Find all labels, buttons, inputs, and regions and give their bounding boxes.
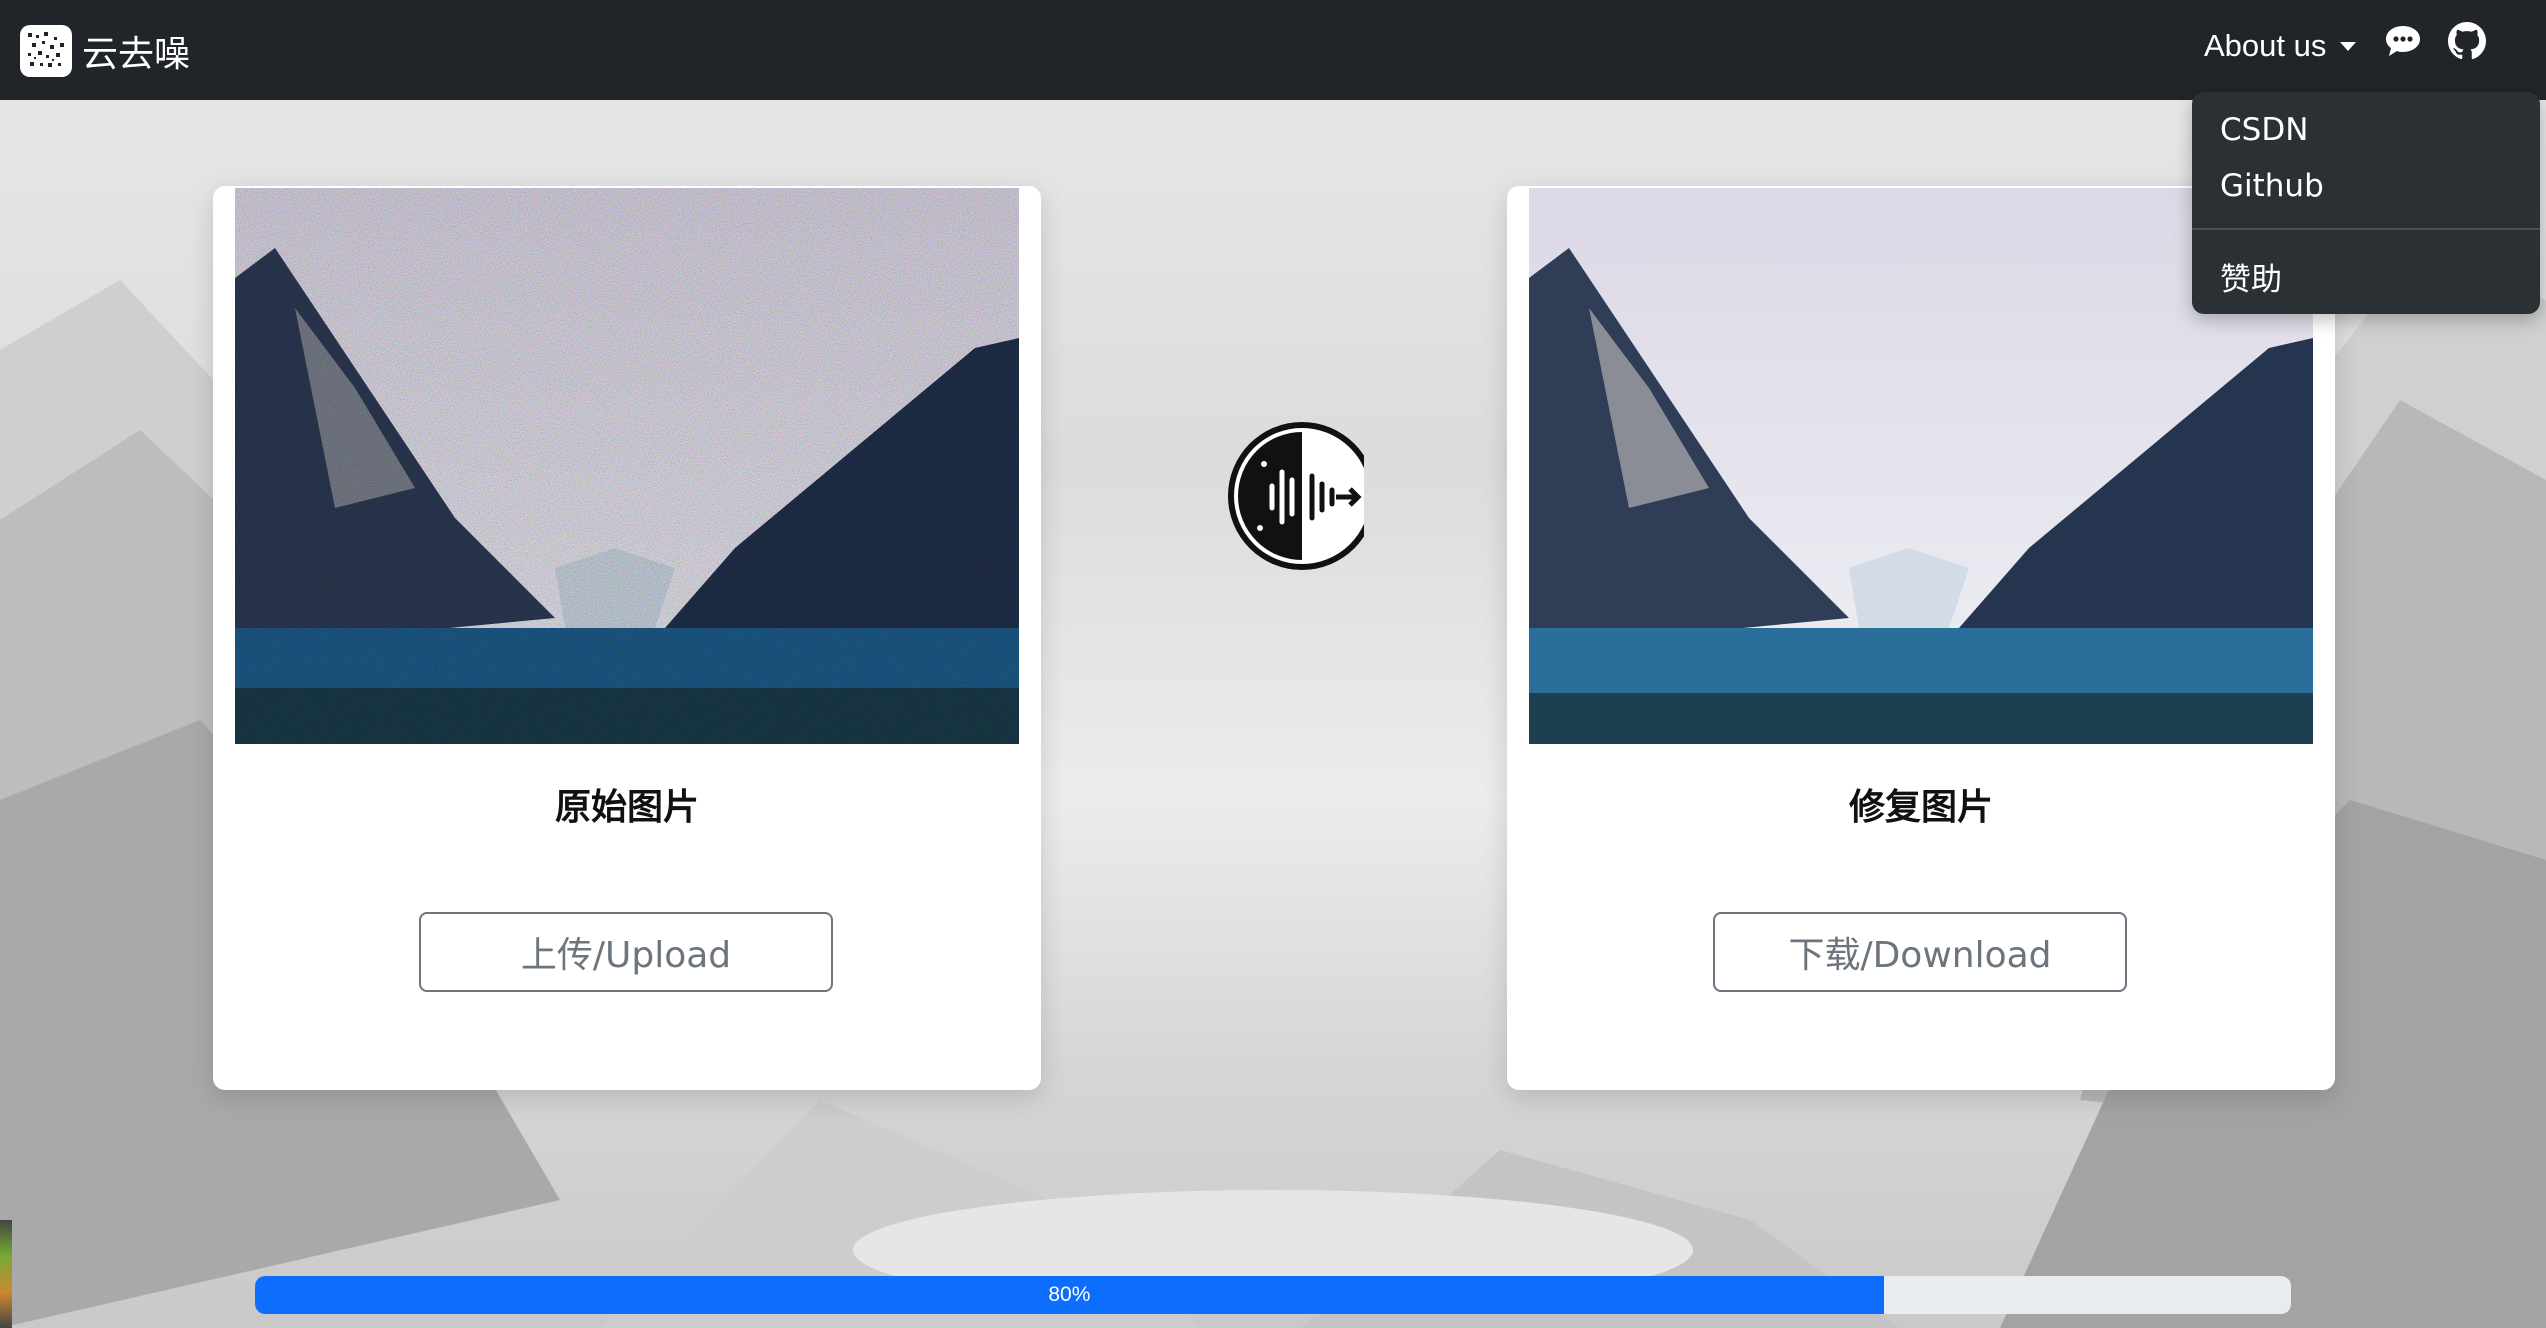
upload-button[interactable]: 上传/Upload — [419, 912, 833, 992]
noise-logo-icon — [20, 25, 72, 77]
brand[interactable]: 云去噪 — [20, 24, 190, 78]
restored-image-title: 修复图片 — [1848, 787, 1993, 828]
about-us-dropdown-toggle[interactable]: About us — [2204, 28, 2357, 64]
progress-label: 80% — [1048, 1283, 1091, 1306]
restored-image-card: 修复图片 下载/Download — [1507, 186, 2335, 1090]
dropdown-divider — [2192, 228, 2540, 230]
about-us-dropdown-menu: CSDN Github 赞助 — [2192, 92, 2540, 314]
top-navbar: 云去噪 About us — [0, 0, 2546, 100]
original-image-card: 原始图片 上传/Upload — [213, 186, 1041, 1090]
chat-bubble-icon[interactable] — [2382, 20, 2424, 62]
caret-down-icon — [2340, 41, 2357, 51]
progress-bar: 80% — [255, 1276, 1884, 1314]
github-icon[interactable] — [2446, 20, 2488, 62]
denoise-logo-icon — [1224, 418, 1364, 574]
dropdown-item-sponsor[interactable]: 赞助 — [2220, 254, 2282, 299]
about-us-label: About us — [2204, 28, 2327, 63]
progress-track: 80% — [255, 1276, 2291, 1314]
dropdown-item-csdn[interactable]: CSDN — [2220, 112, 2308, 148]
download-button[interactable]: 下载/Download — [1713, 912, 2127, 992]
original-image-title: 原始图片 — [554, 787, 699, 828]
original-image — [235, 188, 1019, 744]
dropdown-item-github[interactable]: Github — [2220, 168, 2324, 204]
left-edge-strip — [0, 1220, 12, 1328]
app-name: 云去噪 — [82, 34, 191, 75]
